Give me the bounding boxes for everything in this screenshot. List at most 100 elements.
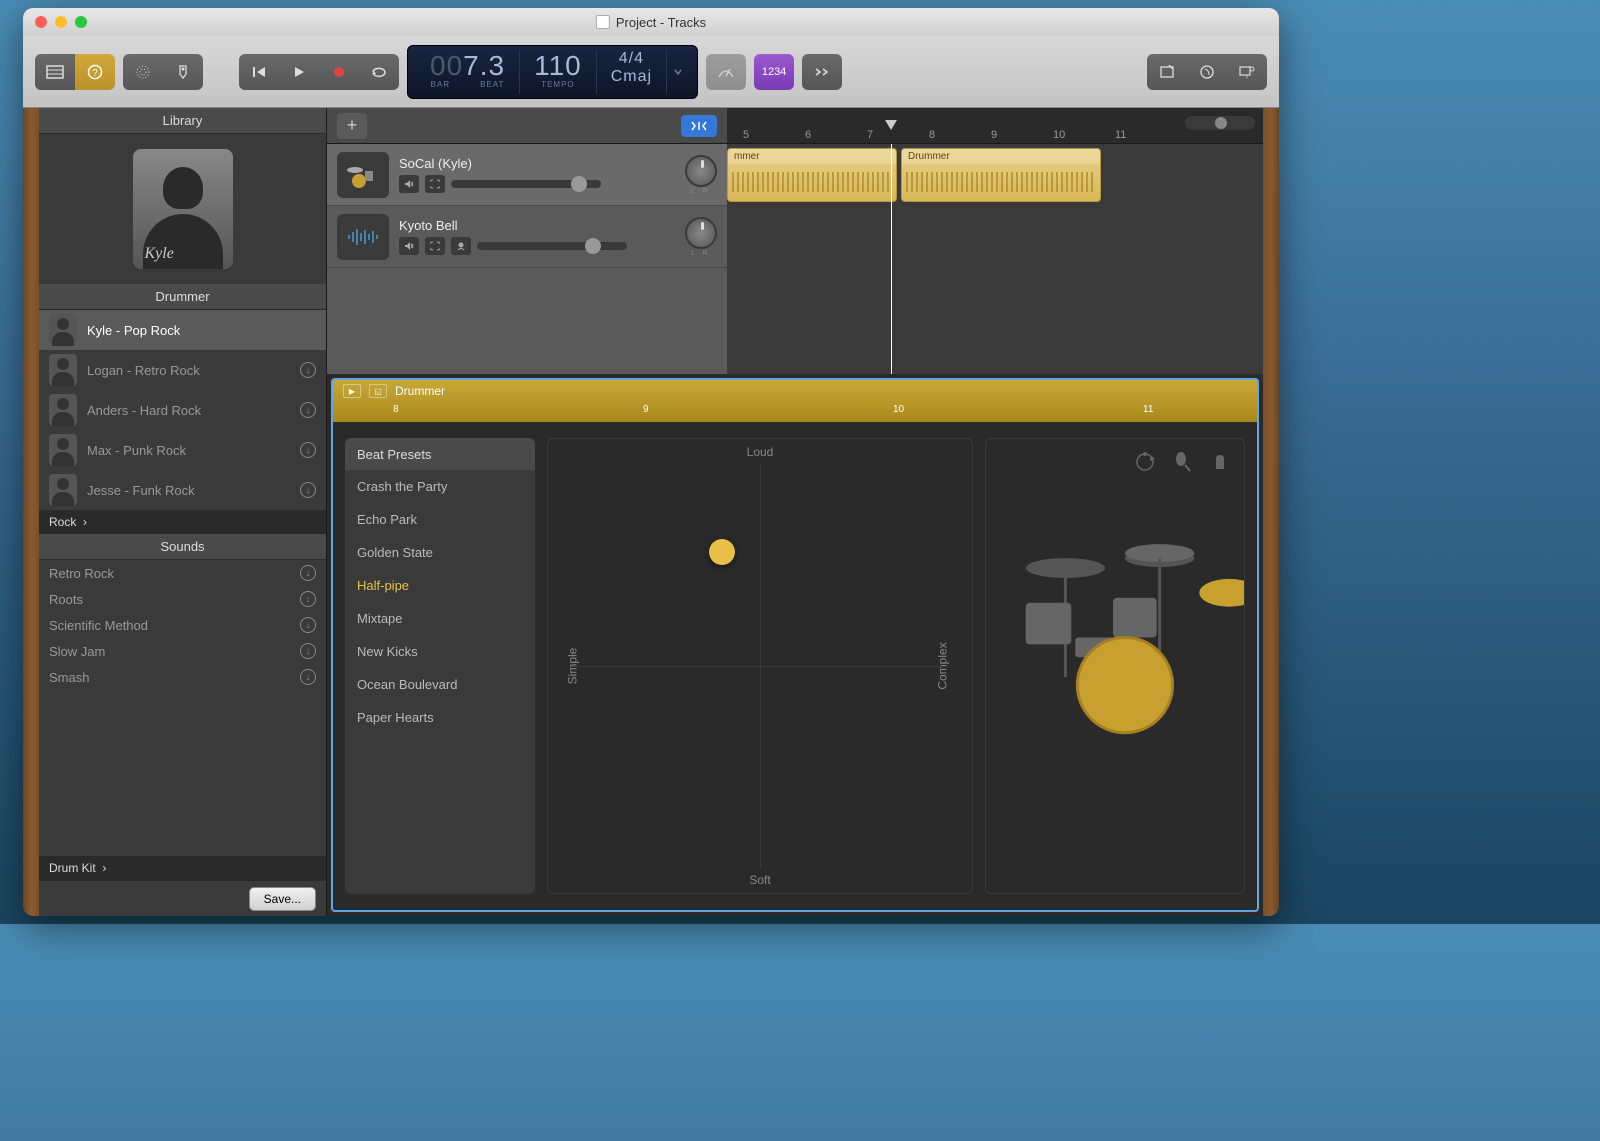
audio-region[interactable]: Drummer [901, 148, 1101, 202]
pan-knob[interactable] [685, 155, 717, 187]
sound-label: Slow Jam [49, 644, 105, 659]
library-preview: Kyle [39, 134, 326, 284]
drummer-item[interactable]: Anders - Hard Rock↓ [39, 390, 326, 430]
mute-button[interactable] [399, 175, 419, 193]
drummer-thumb [49, 474, 77, 506]
drum-kit-panel[interactable] [985, 438, 1245, 894]
pan-label: L R [685, 188, 717, 195]
drummer-item[interactable]: Kyle - Pop Rock [39, 310, 326, 350]
region-label: Drummer [902, 149, 1100, 164]
zoom-window-button[interactable] [75, 16, 87, 28]
more-toolbar-button[interactable] [802, 54, 842, 90]
drummer-thumb [49, 314, 77, 346]
pan-knob[interactable] [685, 217, 717, 249]
zoom-slider[interactable] [1185, 116, 1255, 130]
tuner-button[interactable] [706, 54, 746, 90]
xy-pad[interactable]: Loud Soft Simple Complex [547, 438, 973, 894]
volume-slider[interactable] [477, 242, 627, 250]
mute-button[interactable] [399, 237, 419, 255]
download-icon[interactable]: ↓ [300, 442, 316, 458]
download-icon[interactable]: ↓ [300, 362, 316, 378]
pan-label: L R [685, 250, 717, 257]
sound-item[interactable]: Roots↓ [39, 586, 326, 612]
record-button[interactable] [319, 54, 359, 90]
track-filter-button[interactable] [681, 115, 717, 137]
preset-item[interactable]: New Kicks [345, 635, 535, 668]
editors-button[interactable] [163, 54, 203, 90]
volume-slider[interactable] [451, 180, 601, 188]
sound-item[interactable]: Scientific Method ↓ [39, 612, 326, 638]
preset-item[interactable]: Ocean Boulevard [345, 668, 535, 701]
sound-label: Scientific Method [49, 618, 148, 633]
track-icon[interactable] [337, 214, 389, 260]
drummer-thumb [49, 354, 77, 386]
media-browser-button[interactable]: ♫ [1227, 54, 1267, 90]
library-button[interactable] [35, 54, 75, 90]
playhead[interactable] [891, 144, 892, 374]
save-button[interactable]: Save... [249, 887, 316, 911]
audio-region[interactable]: mmer [727, 148, 897, 202]
sound-item[interactable]: Retro Rock↓ [39, 560, 326, 586]
presets-header[interactable]: Beat Presets [345, 438, 535, 470]
lcd-key-sig[interactable]: 4/4 Cmaj [597, 50, 667, 94]
genre-breadcrumb[interactable]: Rock › [39, 510, 326, 534]
preset-item[interactable]: Half-pipe [345, 569, 535, 602]
preset-item[interactable]: Mixtape [345, 602, 535, 635]
download-icon[interactable]: ↓ [300, 482, 316, 498]
main-area: + 567891011 SoCal (Kyle)L RKyoto BellL R… [327, 108, 1263, 916]
titlebar: Project - Tracks [23, 8, 1279, 36]
lcd-mode-button[interactable] [667, 50, 689, 94]
drummer-list: Kyle - Pop RockLogan - Retro Rock↓Anders… [39, 310, 326, 510]
download-icon[interactable]: ↓ [300, 565, 316, 581]
xy-puck[interactable] [709, 539, 735, 565]
minimize-window-button[interactable] [55, 16, 67, 28]
rewind-button[interactable] [239, 54, 279, 90]
preset-item[interactable]: Echo Park [345, 503, 535, 536]
download-icon[interactable]: ↓ [300, 591, 316, 607]
solo-button[interactable] [425, 237, 445, 255]
add-track-button[interactable]: + [337, 113, 367, 139]
timeline[interactable]: mmer Drummer [727, 144, 1263, 374]
download-icon[interactable]: ↓ [300, 617, 316, 633]
close-window-button[interactable] [35, 16, 47, 28]
cycle-button[interactable] [359, 54, 399, 90]
drummer-item[interactable]: Max - Punk Rock↓ [39, 430, 326, 470]
smart-controls-button[interactable] [123, 54, 163, 90]
notepad-button[interactable] [1147, 54, 1187, 90]
track-icon[interactable] [337, 152, 389, 198]
kit-breadcrumb[interactable]: Drum Kit › [39, 856, 326, 880]
input-button[interactable] [451, 237, 471, 255]
download-icon[interactable]: ↓ [300, 643, 316, 659]
ruler-mark: 10 [1053, 129, 1065, 141]
xy-label-loud: Loud [747, 445, 774, 459]
drummer-item[interactable]: Logan - Retro Rock↓ [39, 350, 326, 390]
sound-item[interactable]: Smash↓ [39, 664, 326, 690]
preset-item[interactable]: Golden State [345, 536, 535, 569]
quick-help-button[interactable]: ? [75, 54, 115, 90]
window-title-text: Project - Tracks [616, 15, 706, 30]
loop-browser-button[interactable] [1187, 54, 1227, 90]
play-button[interactable] [279, 54, 319, 90]
ruler-mark: 9 [991, 129, 997, 141]
sounds-section-header: Sounds [39, 534, 326, 560]
lcd-beat-label: BEAT [480, 80, 504, 89]
editor-ruler-mark: 10 [893, 404, 904, 415]
lcd-position[interactable]: 007.3 BAR BEAT [416, 50, 520, 94]
ruler-mark: 6 [805, 129, 811, 141]
sound-item[interactable]: Slow Jam ↓ [39, 638, 326, 664]
track-header[interactable]: Kyoto BellL R [327, 206, 727, 268]
lcd-tempo[interactable]: 110 TEMPO [520, 50, 597, 94]
solo-button[interactable] [425, 175, 445, 193]
svg-text:?: ? [92, 68, 98, 79]
count-in-button[interactable]: 1234 [754, 54, 794, 90]
drummer-item[interactable]: Jesse - Funk Rock↓ [39, 470, 326, 510]
download-icon[interactable]: ↓ [300, 402, 316, 418]
editor-region-icon[interactable]: ◱ [369, 384, 387, 398]
timeline-ruler[interactable]: 567891011 [727, 108, 1263, 143]
download-icon[interactable]: ↓ [300, 669, 316, 685]
track-header[interactable]: SoCal (Kyle)L R [327, 144, 727, 206]
editor-ruler[interactable]: 891011 [333, 402, 1257, 422]
preset-item[interactable]: Crash the Party [345, 470, 535, 503]
editor-play-icon[interactable]: ▶ [343, 384, 361, 398]
preset-item[interactable]: Paper Hearts [345, 701, 535, 734]
